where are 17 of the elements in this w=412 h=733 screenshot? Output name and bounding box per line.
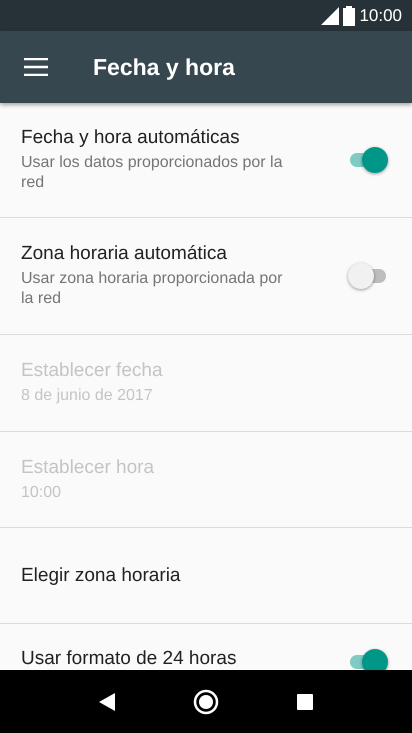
setting-summary: Usar los datos proporcionados por la red [21,153,284,193]
menu-icon [24,58,48,76]
home-icon [193,688,219,714]
setting-title: Fecha y hora automáticas [21,127,241,149]
signal-icon [321,6,340,24]
toolbar-title: Fecha y hora [93,54,235,80]
square-icon [297,694,313,710]
setting-row[interactable]: Fecha y hora automáticas Usar los datos proporcionados por la red [0,103,412,218]
setting-title: Usar formato de 24 horas [21,648,238,670]
battery-icon [343,6,356,26]
setting-summary: Usar zona horaria proporcionada por la red [21,269,284,309]
back-icon [99,692,115,710]
setting-title: Elegir zona horaria [21,564,182,586]
setting-title: Zona horaria automática [21,243,228,265]
setting-row[interactable]: Zona horaria automática Usar zona horaria proporcionada por la red [0,218,412,335]
setting-row[interactable]: Elegir zona horaria [0,528,412,624]
status-time: 10:00 [359,6,402,26]
